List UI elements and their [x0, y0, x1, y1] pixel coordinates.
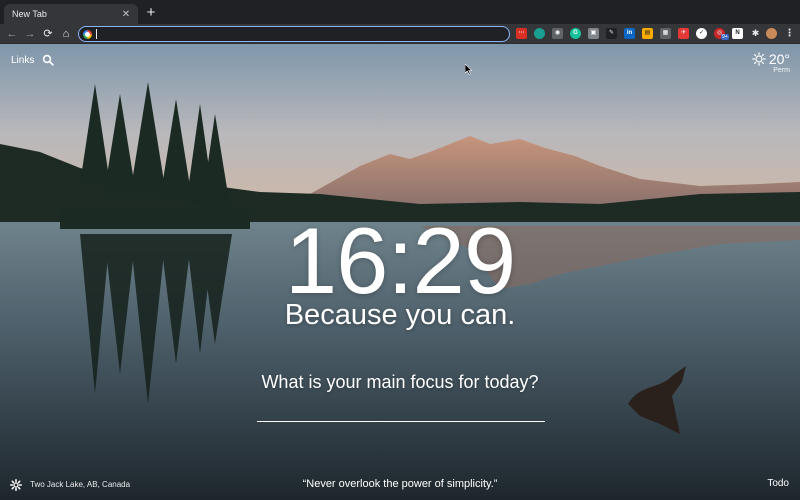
- clock[interactable]: 16:29: [0, 214, 800, 308]
- omnibox[interactable]: [78, 26, 510, 42]
- greeting-mantra: Because you can.: [284, 299, 516, 331]
- briefcase-icon[interactable]: ▣: [588, 28, 599, 39]
- weather-city: Perm: [773, 67, 790, 74]
- avatar[interactable]: [766, 28, 777, 39]
- mouse-pointer-icon: [465, 64, 473, 75]
- search-icon[interactable]: [42, 54, 54, 66]
- grid-icon[interactable]: ▦: [660, 28, 671, 39]
- pen-icon[interactable]: ✎: [606, 28, 617, 39]
- forward-arrow-icon[interactable]: →: [22, 26, 38, 42]
- focus-question: What is your main focus for today?: [261, 372, 539, 392]
- tab-strip: New Tab ✕ +: [0, 0, 800, 24]
- google-icon: [83, 29, 92, 39]
- grammarly-icon[interactable]: G: [570, 28, 581, 39]
- extension-badge: 9+: [721, 34, 729, 40]
- new-tab-plus-icon[interactable]: +: [143, 5, 159, 21]
- close-icon[interactable]: ✕: [120, 9, 132, 20]
- sun-icon: [752, 52, 766, 66]
- shield-check-icon[interactable]: ✓: [696, 28, 707, 39]
- focus-input[interactable]: [257, 398, 545, 422]
- note-icon[interactable]: ▤: [642, 28, 653, 39]
- todo-button[interactable]: Todo: [767, 478, 789, 489]
- home-icon[interactable]: ⌂: [58, 26, 74, 42]
- tab-title: New Tab: [12, 9, 47, 19]
- browser-toolbar: ← → ⟳ ⌂ ··· ◉ G ▣ ✎ in ▤ ▦ ✈ ✓ ◎ 9+ N ✱ …: [0, 24, 800, 44]
- bottom-bar: Two Jack Lake, AB, Canada “Never overloo…: [0, 476, 800, 496]
- puzzle-icon[interactable]: ✱: [750, 28, 761, 39]
- kebab-menu-icon[interactable]: ⋮: [784, 28, 795, 39]
- new-tab-page: Links 20° Perm 16:29 Because you can. Wh…: [0, 44, 800, 500]
- links-button[interactable]: Links: [11, 55, 34, 66]
- camera-icon[interactable]: ◉: [552, 28, 563, 39]
- address-input[interactable]: [97, 29, 509, 39]
- dots-icon[interactable]: ···: [516, 28, 527, 39]
- notion-icon[interactable]: N: [732, 28, 743, 39]
- pin-icon[interactable]: ✈: [678, 28, 689, 39]
- linkedin-icon[interactable]: in: [624, 28, 635, 39]
- tab-new-tab[interactable]: New Tab ✕: [4, 4, 138, 24]
- daily-quote: “Never overlook the power of simplicity.…: [302, 478, 498, 490]
- circle-teal-icon[interactable]: [534, 28, 545, 39]
- back-arrow-icon[interactable]: ←: [4, 26, 20, 42]
- weather-widget[interactable]: 20° Perm: [752, 51, 790, 74]
- reload-icon[interactable]: ⟳: [40, 26, 56, 42]
- weather-temperature: 20°: [768, 51, 790, 67]
